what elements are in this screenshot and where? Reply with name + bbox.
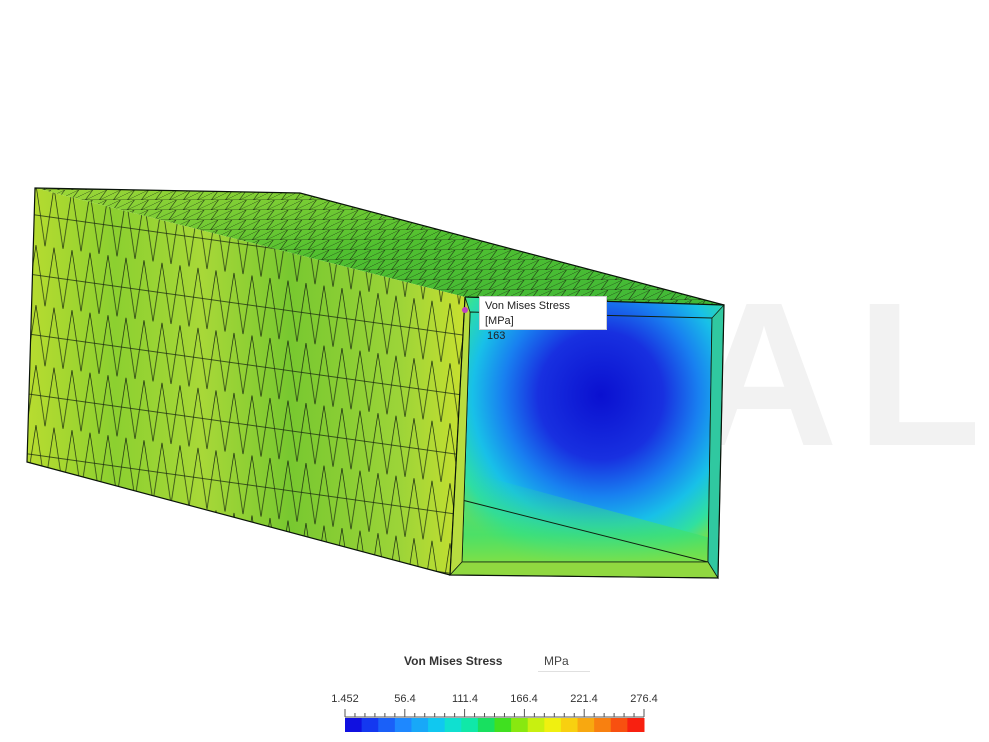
mesh-model[interactable] bbox=[0, 0, 989, 742]
legend-color-swatch bbox=[511, 718, 529, 732]
legend-color-bar bbox=[344, 709, 645, 732]
legend-color-swatch bbox=[477, 718, 495, 732]
legend-color-swatch bbox=[610, 718, 628, 732]
legend-tick-label: 276.4 bbox=[630, 693, 658, 705]
unit-selector[interactable]: MPa bbox=[538, 652, 590, 672]
legend-tick-label: 166.4 bbox=[510, 693, 538, 705]
legend-color-swatch bbox=[594, 718, 612, 732]
legend-color-swatch bbox=[428, 718, 446, 732]
legend-color-swatch bbox=[394, 718, 412, 732]
legend-color-swatch bbox=[627, 718, 645, 732]
legend-color-swatch bbox=[494, 718, 512, 732]
legend-tick-label: 111.4 bbox=[452, 693, 478, 705]
legend-tick-label: 56.4 bbox=[394, 693, 416, 705]
legend-color-swatch bbox=[444, 718, 462, 732]
probe-value: 163 bbox=[487, 330, 506, 342]
legend-color-swatch bbox=[411, 718, 429, 732]
legend-color-swatch bbox=[361, 718, 379, 732]
legend-tick-label: 1.452 bbox=[331, 693, 359, 705]
model-viewport[interactable]: ALE bbox=[0, 0, 989, 742]
legend-title: Von Mises Stress bbox=[404, 654, 503, 668]
color-legend: Von Mises Stress MPa 1.452 56.4 111.4 16… bbox=[300, 648, 690, 738]
legend-color-swatch bbox=[560, 718, 579, 732]
legend-color-swatch bbox=[577, 718, 595, 732]
legend-color-swatch bbox=[345, 718, 363, 732]
legend-color-swatch bbox=[527, 718, 545, 732]
probe-label: Von Mises Stress [MPa] bbox=[485, 300, 570, 327]
legend-tick-label: 221.4 bbox=[570, 693, 598, 705]
legend-color-swatch bbox=[461, 718, 479, 732]
probe-tooltip: Von Mises Stress [MPa] 163 bbox=[479, 296, 607, 342]
probe-marker[interactable] bbox=[462, 307, 468, 313]
legend-color-swatch bbox=[544, 718, 562, 732]
legend-color-swatch bbox=[378, 718, 396, 732]
